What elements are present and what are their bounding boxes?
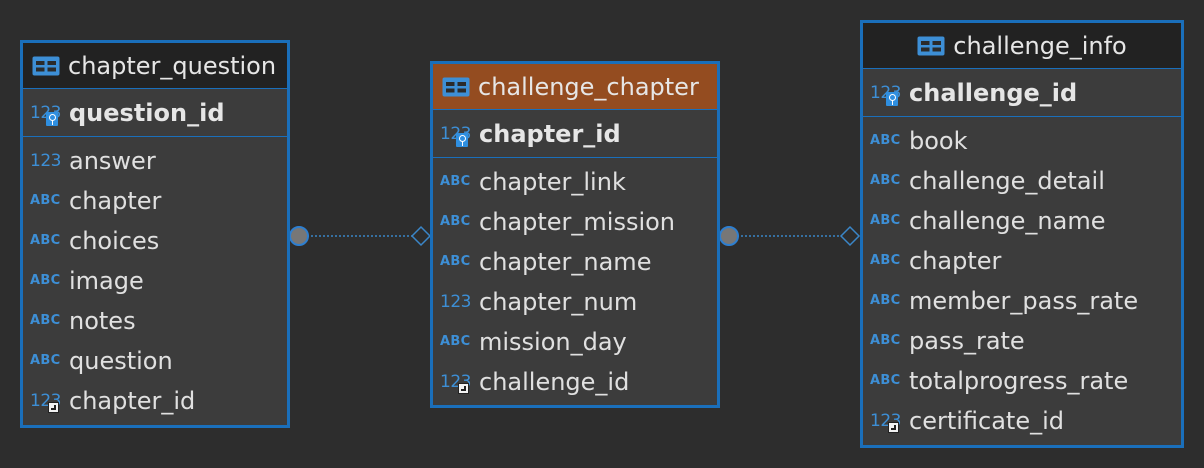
entity-challenge-chapter[interactable]: challenge_chapter 123 chapter_id ABC chap… <box>430 61 720 408</box>
numeric-key-icon: 123 <box>870 82 902 106</box>
text-type-icon: ABC <box>870 333 901 348</box>
column-row[interactable]: ABC challenge_name <box>863 201 1181 241</box>
column-name: question <box>69 347 173 375</box>
primary-key-row[interactable]: 123 chapter_id <box>433 110 717 158</box>
column-name: chapter <box>909 247 1002 275</box>
text-type-icon: ABC <box>870 253 901 268</box>
column-row[interactable]: 123 challenge_id <box>433 362 717 402</box>
column-row[interactable]: ABC choices <box>23 221 287 261</box>
entity-chapter-question[interactable]: chapter_question 123 question_id 123 answ… <box>20 40 290 428</box>
text-type-icon: ABC <box>870 293 901 308</box>
foreign-key-numeric-icon: 123 <box>870 411 901 433</box>
primary-key-row[interactable]: 123 challenge_id <box>863 69 1181 117</box>
column-row[interactable]: 123 certificate_id <box>863 401 1181 441</box>
relation-end-diamond <box>410 225 432 247</box>
entity-title: challenge_info <box>953 31 1127 60</box>
column-row[interactable]: ABC totalprogress_rate <box>863 361 1181 401</box>
table-icon <box>32 56 60 75</box>
column-row[interactable]: 123 chapter_id <box>23 381 287 421</box>
column-list: 123 answer ABC chapter ABC choices ABC image ABC… <box>23 137 287 421</box>
foreign-key-icon <box>48 402 59 413</box>
column-row[interactable]: ABC chapter <box>23 181 287 221</box>
text-type-icon: ABC <box>30 273 61 288</box>
entity-title: challenge_chapter <box>478 72 699 101</box>
column-name: member_pass_rate <box>909 287 1139 315</box>
entity-title: chapter_question <box>68 51 277 80</box>
column-name: pass_rate <box>909 327 1025 355</box>
column-name: chapter <box>69 187 162 215</box>
text-type-icon: ABC <box>30 313 61 328</box>
column-name: chapter_num <box>479 288 638 316</box>
relationship-chapter-to-info[interactable] <box>719 225 861 247</box>
numeric-type-icon: 123 <box>30 151 61 171</box>
column-row[interactable]: ABC chapter_mission <box>433 202 717 242</box>
text-type-icon: ABC <box>30 233 61 248</box>
relationship-question-to-chapter[interactable] <box>289 225 432 247</box>
column-row[interactable]: ABC challenge_detail <box>863 161 1181 201</box>
foreign-key-numeric-icon: 123 <box>30 391 61 413</box>
column-name: challenge_name <box>909 207 1106 235</box>
column-row[interactable]: ABC notes <box>23 301 287 341</box>
column-name: totalprogress_rate <box>909 367 1129 395</box>
column-name: notes <box>69 307 136 335</box>
text-type-icon: ABC <box>440 334 471 349</box>
column-name: book <box>909 127 968 155</box>
column-name: challenge_id <box>479 368 630 396</box>
text-type-icon: ABC <box>870 173 901 188</box>
text-type-icon: ABC <box>30 353 61 368</box>
column-name: chapter_id <box>479 119 621 148</box>
column-name: chapter_name <box>479 248 652 276</box>
column-name: chapter_id <box>69 387 196 415</box>
text-type-icon: ABC <box>440 254 471 269</box>
entity-header[interactable]: chapter_question <box>23 43 287 89</box>
column-name: chapter_mission <box>479 208 676 236</box>
column-row[interactable]: ABC pass_rate <box>863 321 1181 361</box>
entity-header[interactable]: challenge_chapter <box>433 64 717 110</box>
relation-end-circle <box>289 226 309 246</box>
foreign-key-numeric-icon: 123 <box>440 372 471 394</box>
column-row[interactable]: ABC question <box>23 341 287 381</box>
column-name: question_id <box>69 98 225 127</box>
column-row[interactable]: 123 answer <box>23 141 287 181</box>
column-row[interactable]: 123 chapter_num <box>433 282 717 322</box>
relation-end-circle <box>719 226 739 246</box>
text-type-icon: ABC <box>870 213 901 228</box>
entity-challenge-info[interactable]: challenge_info 123 challenge_id ABCbookA… <box>860 20 1184 448</box>
column-row[interactable]: ABC mission_day <box>433 322 717 362</box>
column-name: mission_day <box>479 328 627 356</box>
text-type-icon: ABC <box>440 174 471 189</box>
numeric-type-icon: 123 <box>440 292 471 312</box>
text-type-icon: ABC <box>30 193 61 208</box>
column-row[interactable]: ABC chapter_link <box>433 162 717 202</box>
column-row[interactable]: ABC image <box>23 261 287 301</box>
column-list: ABC chapter_link ABC chapter_mission ABC chap… <box>433 158 717 402</box>
foreign-key-icon <box>458 383 469 394</box>
table-icon <box>442 77 470 96</box>
key-icon <box>886 91 898 106</box>
column-row[interactable]: ABC member_pass_rate <box>863 281 1181 321</box>
relation-end-diamond <box>839 225 861 247</box>
text-type-icon: ABC <box>870 373 901 388</box>
entity-header[interactable]: challenge_info <box>863 23 1181 69</box>
key-icon <box>46 111 58 126</box>
column-name: certificate_id <box>909 407 1065 435</box>
column-row[interactable]: ABC book <box>863 121 1181 161</box>
column-row[interactable]: ABC chapter_name <box>433 242 717 282</box>
column-name: image <box>69 267 144 295</box>
column-row[interactable]: ABC chapter <box>863 241 1181 281</box>
key-icon <box>456 132 468 147</box>
table-icon <box>917 36 945 55</box>
text-type-icon: ABC <box>870 133 901 148</box>
foreign-key-icon <box>888 422 899 433</box>
primary-key-row[interactable]: 123 question_id <box>23 89 287 137</box>
column-list: ABC book ABC challenge_detail ABC challenge_n… <box>863 117 1181 441</box>
column-name: choices <box>69 227 160 255</box>
text-type-icon: ABC <box>440 214 471 229</box>
column-name: challenge_id <box>909 78 1078 107</box>
column-name: challenge_detail <box>909 167 1105 195</box>
numeric-key-icon: 123 <box>30 102 62 126</box>
column-name: chapter_link <box>479 168 626 196</box>
column-name: answer <box>69 147 156 175</box>
numeric-key-icon: 123 <box>440 123 472 147</box>
